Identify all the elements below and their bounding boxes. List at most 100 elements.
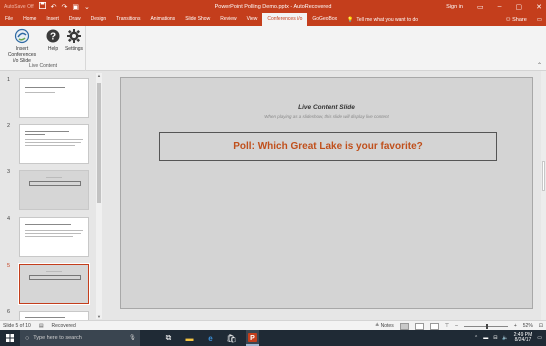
thumbnail-number: 1 (7, 77, 11, 83)
edge-browser-icon[interactable]: e (204, 330, 217, 346)
clock[interactable]: 2:49 PM 8/24/17 (514, 332, 533, 344)
slide-thumbnail-3[interactable] (19, 170, 89, 210)
tab-view[interactable]: View (242, 13, 263, 26)
slide-thumbnails-pane: 1 2 3 4 5 6 (0, 71, 104, 320)
settings-button[interactable]: Settings (63, 28, 85, 52)
microphone-icon[interactable]: 🎙 (129, 335, 136, 341)
zoom-slider-knob[interactable] (485, 323, 488, 329)
redo-icon[interactable]: ↷ (62, 3, 68, 11)
volume-icon[interactable]: 🔈 (502, 335, 508, 341)
save-icon[interactable] (38, 1, 46, 11)
share-button[interactable]: ⚇ Share (506, 17, 527, 23)
tab-conferences-io[interactable]: Conferences i/o (262, 13, 308, 26)
tab-transitions[interactable]: Transitions (111, 13, 145, 26)
thumbnail-number: 6 (7, 309, 11, 315)
tab-gogeobox[interactable]: GoGeoBox (307, 13, 342, 26)
slide-thumbnail-1[interactable] (19, 78, 89, 118)
notes-button[interactable]: ≜ Notes (375, 323, 394, 329)
autosave-toggle[interactable]: AutoSave Off (4, 4, 34, 10)
help-button[interactable]: ? Help (44, 28, 62, 52)
close-icon[interactable]: ✕ (536, 3, 542, 11)
slide-thumbnail-6[interactable] (19, 311, 89, 320)
insert-btn-line1: Insert Conferences (7, 46, 37, 58)
group-label: Live Content (28, 63, 58, 69)
slide-thumbnail-5[interactable] (18, 263, 90, 305)
minimize-icon[interactable]: – (498, 3, 502, 10)
slide-sorter-button[interactable] (414, 322, 424, 330)
tab-draw[interactable]: Draw (64, 13, 86, 26)
reading-view-button[interactable] (429, 322, 439, 330)
help-label: Help (47, 46, 59, 52)
zoom-level[interactable]: 52% (523, 323, 533, 329)
file-explorer-icon[interactable]: ▬ (183, 330, 196, 346)
maximize-icon[interactable]: ▢ (516, 3, 523, 11)
window-controls: Sign in ▭ – ▢ ✕ (446, 0, 542, 13)
tab-review[interactable]: Review (215, 13, 241, 26)
battery-icon[interactable]: ▬ (483, 335, 488, 341)
current-slide[interactable]: Live Content Slide When playing as a sli… (120, 77, 533, 309)
zoom-out-icon[interactable]: – (455, 323, 458, 329)
slideshow-view-icon[interactable]: ⊤ (445, 323, 449, 329)
collapse-ribbon-icon[interactable]: ⌃ (537, 62, 542, 69)
comments-icon[interactable]: ▭ (537, 17, 542, 23)
thumbnail-number-selected: 5 (7, 263, 11, 269)
help-icon: ? (45, 28, 61, 44)
signin-link[interactable]: Sign in (446, 4, 463, 10)
scrollbar-thumb[interactable] (97, 83, 101, 203)
tab-file[interactable]: File (0, 13, 18, 26)
powerpoint-taskbar-icon[interactable]: P (246, 330, 259, 346)
poll-question-text: Poll: Which Great Lake is your favorite? (233, 141, 423, 152)
tab-design[interactable]: Design (86, 13, 112, 26)
scroll-down-icon[interactable]: ▼ (96, 314, 102, 319)
windows-icon (6, 334, 14, 342)
zoom-in-icon[interactable]: + (514, 323, 517, 329)
show-hidden-icons[interactable]: ⌃ (474, 335, 478, 341)
live-content-group: Insert Conferences i/o Slide ? Help Sett… (0, 26, 86, 71)
undo-icon[interactable]: ↶ (51, 3, 57, 11)
task-view-icon[interactable]: ⧉ (162, 330, 175, 346)
ribbon-display-icon[interactable]: ▭ (477, 3, 484, 11)
thumbnail-number: 3 (7, 169, 11, 175)
tab-slide-show[interactable]: Slide Show (180, 13, 215, 26)
tab-animations[interactable]: Animations (145, 13, 180, 26)
network-icon[interactable]: ⊟ (493, 335, 497, 341)
thumbnail-number: 4 (7, 216, 11, 222)
scroll-up-icon[interactable]: ▲ (96, 73, 102, 78)
share-area: ⚇ Share ▭ (506, 13, 542, 26)
svg-text:P: P (250, 335, 255, 342)
slide-editor: Live Content Slide When playing as a sli… (106, 71, 540, 320)
store-icon[interactable]: 🛍 (225, 330, 238, 346)
start-button[interactable] (0, 330, 20, 346)
person-icon: ⚇ (505, 16, 511, 23)
spellcheck-icon[interactable]: ▤ (39, 323, 44, 329)
autosave-state: Off (27, 3, 34, 10)
notifications-icon[interactable]: ▭ (537, 335, 542, 341)
thumbnail-scrollbar[interactable]: ▲ ▼ (96, 73, 102, 319)
customize-toolbar-icon[interactable]: ⌄ (84, 3, 90, 11)
slide-thumbnail-4[interactable] (19, 217, 89, 257)
present-icon[interactable]: ▣ (72, 3, 79, 11)
tell-me-text: Tell me what you want to do (356, 16, 419, 23)
tab-home[interactable]: Home (18, 13, 41, 26)
settings-label: Settings (64, 46, 84, 52)
windows-taskbar: ○ Type here to search 🎙 ⧉ ▬ e 🛍 P ⌃ ▬ ⊟ … (0, 330, 546, 346)
cortana-icon: ○ (25, 334, 30, 342)
slide-thumbnail-2[interactable] (19, 124, 89, 164)
tell-me-search[interactable]: 💡 Tell me what you want to do (342, 17, 423, 23)
notes-label: Notes (380, 323, 394, 329)
editor-scrollbar-thumb[interactable] (542, 161, 545, 191)
fit-slide-icon[interactable]: ⊡ (539, 323, 543, 329)
status-bar: Slide 5 of 10 ▤ Recovered ≜ Notes ⊤ – + … (0, 320, 546, 330)
taskbar-search[interactable]: ○ Type here to search 🎙 (20, 330, 140, 346)
slide-subtitle: When playing as a slideshow, this slide … (264, 114, 389, 119)
slide-count: Slide 5 of 10 (3, 322, 31, 329)
insert-conferences-slide-button[interactable]: Insert Conferences i/o Slide (2, 28, 42, 64)
recovered-status: Recovered (51, 322, 76, 329)
zoom-slider[interactable] (463, 323, 508, 329)
normal-view-button[interactable] (399, 322, 409, 330)
clock-date: 8/24/17 (514, 337, 532, 343)
editor-scrollbar[interactable] (541, 71, 546, 320)
tab-insert[interactable]: Insert (41, 13, 64, 26)
poll-question-box[interactable]: Poll: Which Great Lake is your favorite? (159, 132, 497, 161)
title-bar: AutoSave Off ↶ ↷ ▣ ⌄ PowerPoint Polling … (0, 0, 546, 13)
